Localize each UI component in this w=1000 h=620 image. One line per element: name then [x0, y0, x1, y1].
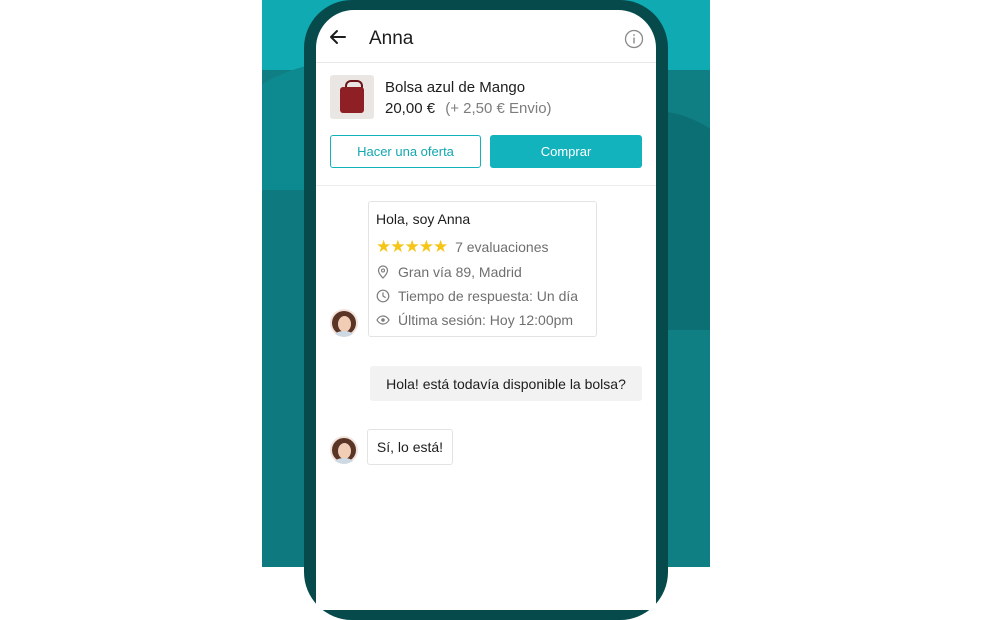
make-offer-button[interactable]: Hacer una oferta: [330, 135, 481, 168]
price-row: 20,00 € (+ 2,50 € Envio): [385, 100, 552, 117]
seller-location: Gran vía 89, Madrid: [398, 264, 522, 280]
seller-avatar[interactable]: [330, 436, 358, 464]
bag-image: [340, 87, 364, 113]
chat-screen: Anna Bolsa azul de Mango 20,00 € (+ 2,50…: [316, 10, 656, 610]
contact-name: Anna: [369, 28, 414, 49]
info-icon[interactable]: [624, 29, 644, 49]
product-name[interactable]: Bolsa azul de Mango: [385, 79, 525, 96]
review-count: 7 evaluaciones: [455, 239, 549, 255]
rating-row: ★★★★★ 7 evaluaciones: [376, 237, 549, 257]
product-summary: Bolsa azul de Mango 20,00 € (+ 2,50 € En…: [316, 63, 656, 186]
seller-profile-card: Hola, soy Anna ★★★★★ 7 evaluaciones Gran…: [368, 201, 597, 337]
last-seen: Última sesión: Hoy 12:00pm: [398, 312, 574, 328]
profile-greeting: Hola, soy Anna: [376, 211, 471, 227]
arrow-left-icon[interactable]: [328, 27, 348, 47]
product-thumbnail[interactable]: [330, 75, 374, 119]
last-seen-row: Última sesión: Hoy 12:00pm: [376, 312, 573, 328]
location-row: Gran vía 89, Madrid: [376, 264, 522, 280]
message-outgoing[interactable]: Hola! está todavía disponible la bolsa?: [370, 366, 642, 401]
buy-button[interactable]: Comprar: [490, 135, 642, 168]
location-pin-icon: [377, 265, 389, 279]
eye-icon: [376, 315, 390, 325]
response-time: Tiempo de respuesta: Un día: [398, 288, 579, 304]
shipping-cost: (+ 2,50 € Envio): [445, 100, 552, 117]
response-time-row: Tiempo de respuesta: Un día: [376, 288, 578, 304]
message-incoming[interactable]: Sí, lo está!: [367, 429, 453, 465]
product-price: 20,00 €: [385, 100, 436, 117]
seller-avatar[interactable]: [330, 309, 358, 337]
chat-header: Anna: [316, 10, 656, 63]
star-rating: ★★★★★: [376, 237, 448, 256]
clock-icon: [376, 289, 390, 303]
